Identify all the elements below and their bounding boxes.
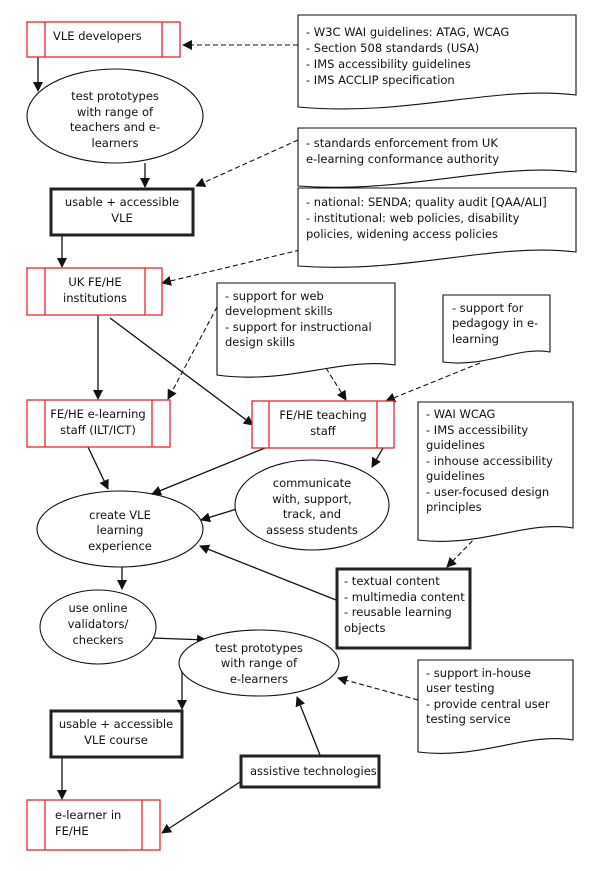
doc-guidelines: - W3C WAI guidelines: ATAG, WCAG - Secti… — [297, 14, 577, 110]
node-elearning-staff: FE/HE e-learning staff (ILT/ICT) — [26, 399, 171, 448]
node-label: learning — [97, 523, 144, 537]
node-label: checkers — [72, 633, 123, 647]
node-label: with range of — [221, 656, 298, 670]
arrow-pedagogy-to-teaching-staff — [385, 362, 481, 403]
node-label: VLE developers — [53, 29, 142, 43]
node-label: - multimedia content — [344, 590, 465, 604]
node-elearner: e-learner in FE/HE — [26, 799, 161, 851]
doc-skills: - support for web development skills - s… — [216, 282, 396, 378]
doc-line: user testing — [426, 681, 495, 695]
doc-enforcement: - standards enforcement from UK e-learni… — [297, 127, 577, 188]
node-label: e-learners — [230, 672, 288, 686]
node-label: VLE course — [84, 733, 148, 747]
doc-line: - WAI WCAG — [426, 407, 495, 421]
doc-line: - IMS accessibility — [426, 423, 528, 437]
doc-line: testing service — [426, 712, 511, 726]
node-label: test prototypes — [215, 641, 303, 655]
doc-line: - IMS accessibility guidelines — [306, 57, 471, 71]
doc-line: - Section 508 standards (USA) — [306, 41, 479, 55]
node-label: UK FE/HE — [68, 275, 121, 289]
node-label: - reusable learning — [344, 605, 452, 619]
node-label: communicate — [273, 476, 352, 490]
node-assistive-technologies: assistive technologies — [239, 754, 381, 789]
arrow-enforcement-to-usable-vle — [195, 139, 299, 187]
node-create-experience: create VLE learning experience — [36, 490, 204, 568]
doc-user-testing: - support in-house user testing - provid… — [417, 659, 574, 754]
node-test-prototypes-2: test prototypes with range of e-learners — [178, 629, 340, 697]
doc-line: principles — [426, 500, 482, 514]
node-content: - textual content - multimedia content -… — [335, 567, 472, 650]
node-label: assess students — [266, 523, 358, 537]
node-label: track, and — [283, 507, 341, 521]
node-label: VLE — [111, 211, 133, 225]
node-label: with, support, — [272, 492, 352, 506]
node-label: assistive technologies — [250, 764, 377, 778]
arrow-user-testing-to-test2 — [337, 675, 419, 701]
node-validators: use online validators/ checkers — [39, 589, 157, 665]
doc-line: - user-focused design — [426, 485, 549, 499]
node-label: usable + accessible — [59, 717, 173, 731]
node-label: - textual content — [344, 574, 440, 588]
node-label: test prototypes — [71, 89, 159, 103]
doc-line: - support for web — [225, 289, 324, 303]
node-label: e-learner in — [55, 808, 121, 822]
doc-line: - national: SENDA; quality audit [QAA/AL… — [306, 195, 547, 209]
arrow-skills-to-teaching-staff — [325, 367, 347, 401]
node-communicate: communicate with, support, track, and as… — [234, 459, 390, 551]
doc-pedagogy: - support for pedagogy in e- learning — [442, 294, 551, 364]
arrow-skills-to-elearning-staff — [167, 306, 218, 400]
arrow-validators-to-test2 — [151, 634, 207, 645]
doc-line: - standards enforcement from UK — [306, 136, 498, 150]
doc-line: learning — [452, 332, 499, 346]
arrow-teaching-staff-to-communicate — [371, 447, 384, 468]
node-teaching-staff: FE/HE teaching staff — [251, 400, 395, 449]
node-label: staff (ILT/ICT) — [60, 423, 136, 437]
node-vle-developers: VLE developers — [26, 21, 181, 58]
doc-line: - provide central user — [426, 697, 550, 711]
doc-line: guidelines — [426, 438, 485, 452]
node-label: usable + accessible — [65, 195, 179, 209]
node-label: FE/HE e-learning — [50, 407, 145, 421]
node-label: use online — [68, 601, 127, 615]
node-label: FE/HE teaching — [279, 408, 366, 422]
node-label: teachers and e- — [70, 120, 160, 134]
doc-line: e-learning conformance authority — [306, 152, 499, 166]
node-label: institutions — [63, 291, 127, 305]
doc-line: - institutional: web policies, disabilit… — [306, 211, 520, 225]
node-uk-institutions: UK FE/HE institutions — [26, 267, 163, 316]
node-label: create VLE — [89, 508, 151, 522]
node-label: with range of — [77, 105, 154, 119]
arrow-policies-to-institutions — [161, 249, 301, 286]
doc-line: - support for instructional — [225, 320, 372, 334]
doc-line: - inhouse accessibility — [426, 454, 553, 468]
node-label: learners — [92, 136, 139, 150]
doc-line: - W3C WAI guidelines: ATAG, WCAG — [306, 25, 509, 39]
arrow-assistive-to-elearner — [161, 781, 241, 834]
arrow-communicate-to-create — [200, 507, 241, 523]
doc-line: - IMS ACCLIP specification — [306, 73, 455, 87]
doc-line: pedagogy in e- — [452, 316, 538, 330]
doc-line: guidelines — [426, 469, 485, 483]
node-label: objects — [344, 621, 385, 635]
node-label: staff — [310, 424, 337, 438]
arrow-elearning-staff-to-create — [87, 446, 109, 490]
arrow-content-to-create — [199, 544, 337, 601]
doc-line: - support for — [452, 301, 524, 315]
doc-standards: - WAI WCAG - IMS accessibility guideline… — [417, 401, 574, 542]
node-label: validators/ — [68, 617, 129, 631]
node-usable-course: usable + accessible VLE course — [49, 709, 184, 759]
node-usable-vle: usable + accessible VLE — [49, 187, 195, 237]
doc-line: - support in-house — [426, 666, 531, 680]
doc-line: design skills — [225, 335, 295, 349]
arrow-assistive-to-test2 — [295, 696, 321, 756]
doc-policies: - national: SENDA; quality audit [QAA/AL… — [297, 187, 577, 268]
doc-line: development skills — [225, 304, 333, 318]
doc-line: policies, widening access policies — [306, 227, 498, 241]
node-test-prototypes-1: test prototypes with range of teachers a… — [26, 68, 204, 164]
node-label: FE/HE — [55, 824, 89, 838]
vle-accessibility-diagram: VLE developers - W3C WAI guidelines: ATA… — [26, 14, 577, 851]
node-label: experience — [88, 539, 152, 553]
